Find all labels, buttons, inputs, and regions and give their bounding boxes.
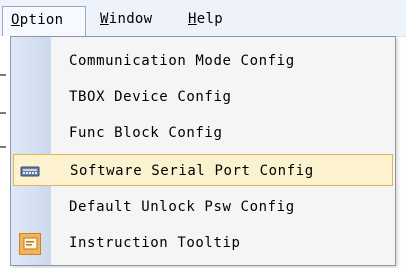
option-dropdown-menu: Communication Mode Config TBOX Device Co… bbox=[10, 36, 396, 266]
menu-item-communication-mode-config[interactable]: Communication Mode Config bbox=[13, 45, 393, 77]
app-frame: Option Window Help Communication Mode Co… bbox=[0, 0, 406, 268]
menu-item-label: Instruction Tooltip bbox=[69, 235, 241, 251]
menu-window-label: indow bbox=[108, 11, 153, 27]
menu-window[interactable]: Window bbox=[92, 6, 176, 32]
menu-item-software-serial-port-config[interactable]: Software Serial Port Config bbox=[13, 154, 393, 186]
menu-bar: Option Window Help bbox=[0, 0, 406, 37]
menu-option-label: ption bbox=[19, 12, 64, 28]
menu-item-label: Default Unlock Psw Config bbox=[69, 199, 295, 215]
menu-option[interactable]: Option bbox=[2, 6, 86, 37]
tooltip-icon bbox=[19, 233, 41, 255]
menu-help-label: elp bbox=[196, 11, 223, 27]
menu-item-label: TBOX Device Config bbox=[69, 89, 232, 105]
background-divider bbox=[0, 146, 6, 148]
menu-item-func-block-config[interactable]: Func Block Config bbox=[13, 117, 393, 149]
background-divider bbox=[0, 74, 6, 76]
menu-window-mnemonic: W bbox=[100, 11, 109, 27]
menu-item-tbox-device-config[interactable]: TBOX Device Config bbox=[13, 81, 393, 113]
background-divider bbox=[0, 112, 6, 114]
menu-item-label: Communication Mode Config bbox=[69, 53, 295, 69]
menu-option-mnemonic: O bbox=[11, 12, 20, 28]
menu-item-instruction-tooltip[interactable]: Instruction Tooltip bbox=[13, 227, 393, 259]
serial-port-icon bbox=[20, 161, 40, 181]
menu-item-label: Func Block Config bbox=[69, 125, 223, 141]
background-window-edge bbox=[0, 36, 10, 268]
menu-item-label: Software Serial Port Config bbox=[70, 163, 314, 179]
menu-help[interactable]: Help bbox=[180, 6, 244, 32]
menu-help-mnemonic: H bbox=[188, 11, 197, 27]
menu-item-default-unlock-psw-config[interactable]: Default Unlock Psw Config bbox=[13, 191, 393, 223]
